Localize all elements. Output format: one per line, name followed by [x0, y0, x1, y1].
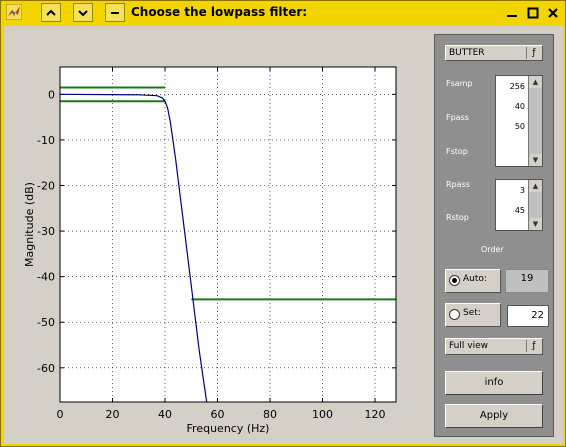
- y-tick-label: -60: [37, 362, 55, 375]
- window-menu-button[interactable]: [105, 3, 125, 22]
- x-axis-label: Frequency (Hz): [187, 422, 270, 435]
- chevron-up-icon[interactable]: [41, 3, 61, 22]
- x-tick-label: 120: [365, 408, 386, 421]
- scroll-down-icon[interactable]: ▼: [529, 218, 542, 230]
- x-tick-label: 100: [312, 408, 333, 421]
- fpass-value[interactable]: 40: [515, 102, 525, 111]
- set-order-input[interactable]: 22: [507, 305, 549, 327]
- chevron-down-icon[interactable]: [73, 3, 93, 22]
- figure-area: 0 20 40 60 80 100 120 0 -10 -20 -30 -40 -50 -60 Freque…: [4, 26, 563, 444]
- filter-type-value: BUTTER: [449, 48, 485, 58]
- auto-label: Auto:: [463, 274, 487, 284]
- close-button[interactable]: [544, 4, 562, 22]
- order-label: Order: [481, 245, 504, 254]
- fstop-label: Fstop: [446, 147, 468, 156]
- radio-unselected-icon[interactable]: [449, 309, 460, 320]
- apply-button[interactable]: Apply: [445, 404, 543, 428]
- info-button[interactable]: info: [445, 371, 543, 395]
- filter-window: Choose the lowpass filter: 0 20 40 60 80 100 1…: [0, 0, 566, 447]
- x-tick-label: 40: [158, 408, 172, 421]
- filter-type-dropdown[interactable]: BUTTER ƒ: [445, 45, 543, 61]
- y-tick-label: -50: [37, 316, 55, 329]
- x-tick-label: 0: [57, 408, 64, 421]
- scroll-down-icon[interactable]: ▼: [529, 154, 542, 166]
- plot-background: [60, 67, 396, 402]
- ripple-listbox[interactable]: 3 45 ▲ ▼: [495, 179, 543, 231]
- fstop-value[interactable]: 50: [515, 122, 525, 131]
- fpass-label: Fpass: [446, 113, 469, 122]
- minimize-button[interactable]: [503, 4, 521, 22]
- set-order-radio[interactable]: Set:: [445, 303, 501, 327]
- y-tick-label: -40: [37, 271, 55, 284]
- view-mode-value: Full view: [449, 341, 488, 351]
- ripple-scrollbar[interactable]: ▲ ▼: [528, 180, 542, 230]
- matlab-app-icon[interactable]: [6, 4, 22, 20]
- maximize-button[interactable]: [524, 4, 542, 22]
- frequency-listbox[interactable]: 256 40 50 ▲ ▼: [495, 75, 543, 167]
- rpass-value[interactable]: 3: [520, 186, 525, 195]
- set-label: Set:: [463, 308, 481, 318]
- rpass-label: Rpass: [446, 180, 470, 189]
- scroll-up-icon[interactable]: ▲: [529, 180, 542, 192]
- y-tick-label: 0: [48, 88, 55, 101]
- radio-selected-icon[interactable]: [449, 275, 460, 286]
- rstop-value[interactable]: 45: [515, 206, 525, 215]
- filter-control-panel: BUTTER ƒ Fsamp Fpass Fstop 256 40 50 ▲ ▼…: [434, 34, 554, 437]
- rstop-label: Rstop: [446, 213, 469, 222]
- dropdown-arrow-icon[interactable]: ƒ: [526, 47, 541, 59]
- scroll-up-icon[interactable]: ▲: [529, 76, 542, 88]
- y-tick-label: -10: [37, 134, 55, 147]
- fsamp-label: Fsamp: [446, 79, 473, 88]
- fsamp-value[interactable]: 256: [510, 82, 525, 91]
- auto-order-value: 19: [505, 269, 549, 293]
- title-bar[interactable]: Choose the lowpass filter:: [1, 1, 565, 25]
- x-tick-label: 20: [106, 408, 120, 421]
- y-axis-label: Magnitude (dB): [23, 182, 36, 267]
- magnitude-plot[interactable]: 0 20 40 60 80 100 120 0 -10 -20 -30 -40 -50 -60 Freque…: [4, 26, 429, 444]
- y-tick-label: -30: [37, 225, 55, 238]
- dropdown-arrow-icon[interactable]: ƒ: [526, 340, 541, 352]
- x-tick-label: 80: [263, 408, 277, 421]
- y-tick-label: -20: [37, 180, 55, 193]
- auto-order-radio[interactable]: Auto:: [445, 269, 501, 293]
- frequency-scrollbar[interactable]: ▲ ▼: [528, 76, 542, 166]
- view-mode-dropdown[interactable]: Full view ƒ: [445, 338, 543, 355]
- x-tick-label: 60: [211, 408, 225, 421]
- window-title: Choose the lowpass filter:: [131, 5, 308, 19]
